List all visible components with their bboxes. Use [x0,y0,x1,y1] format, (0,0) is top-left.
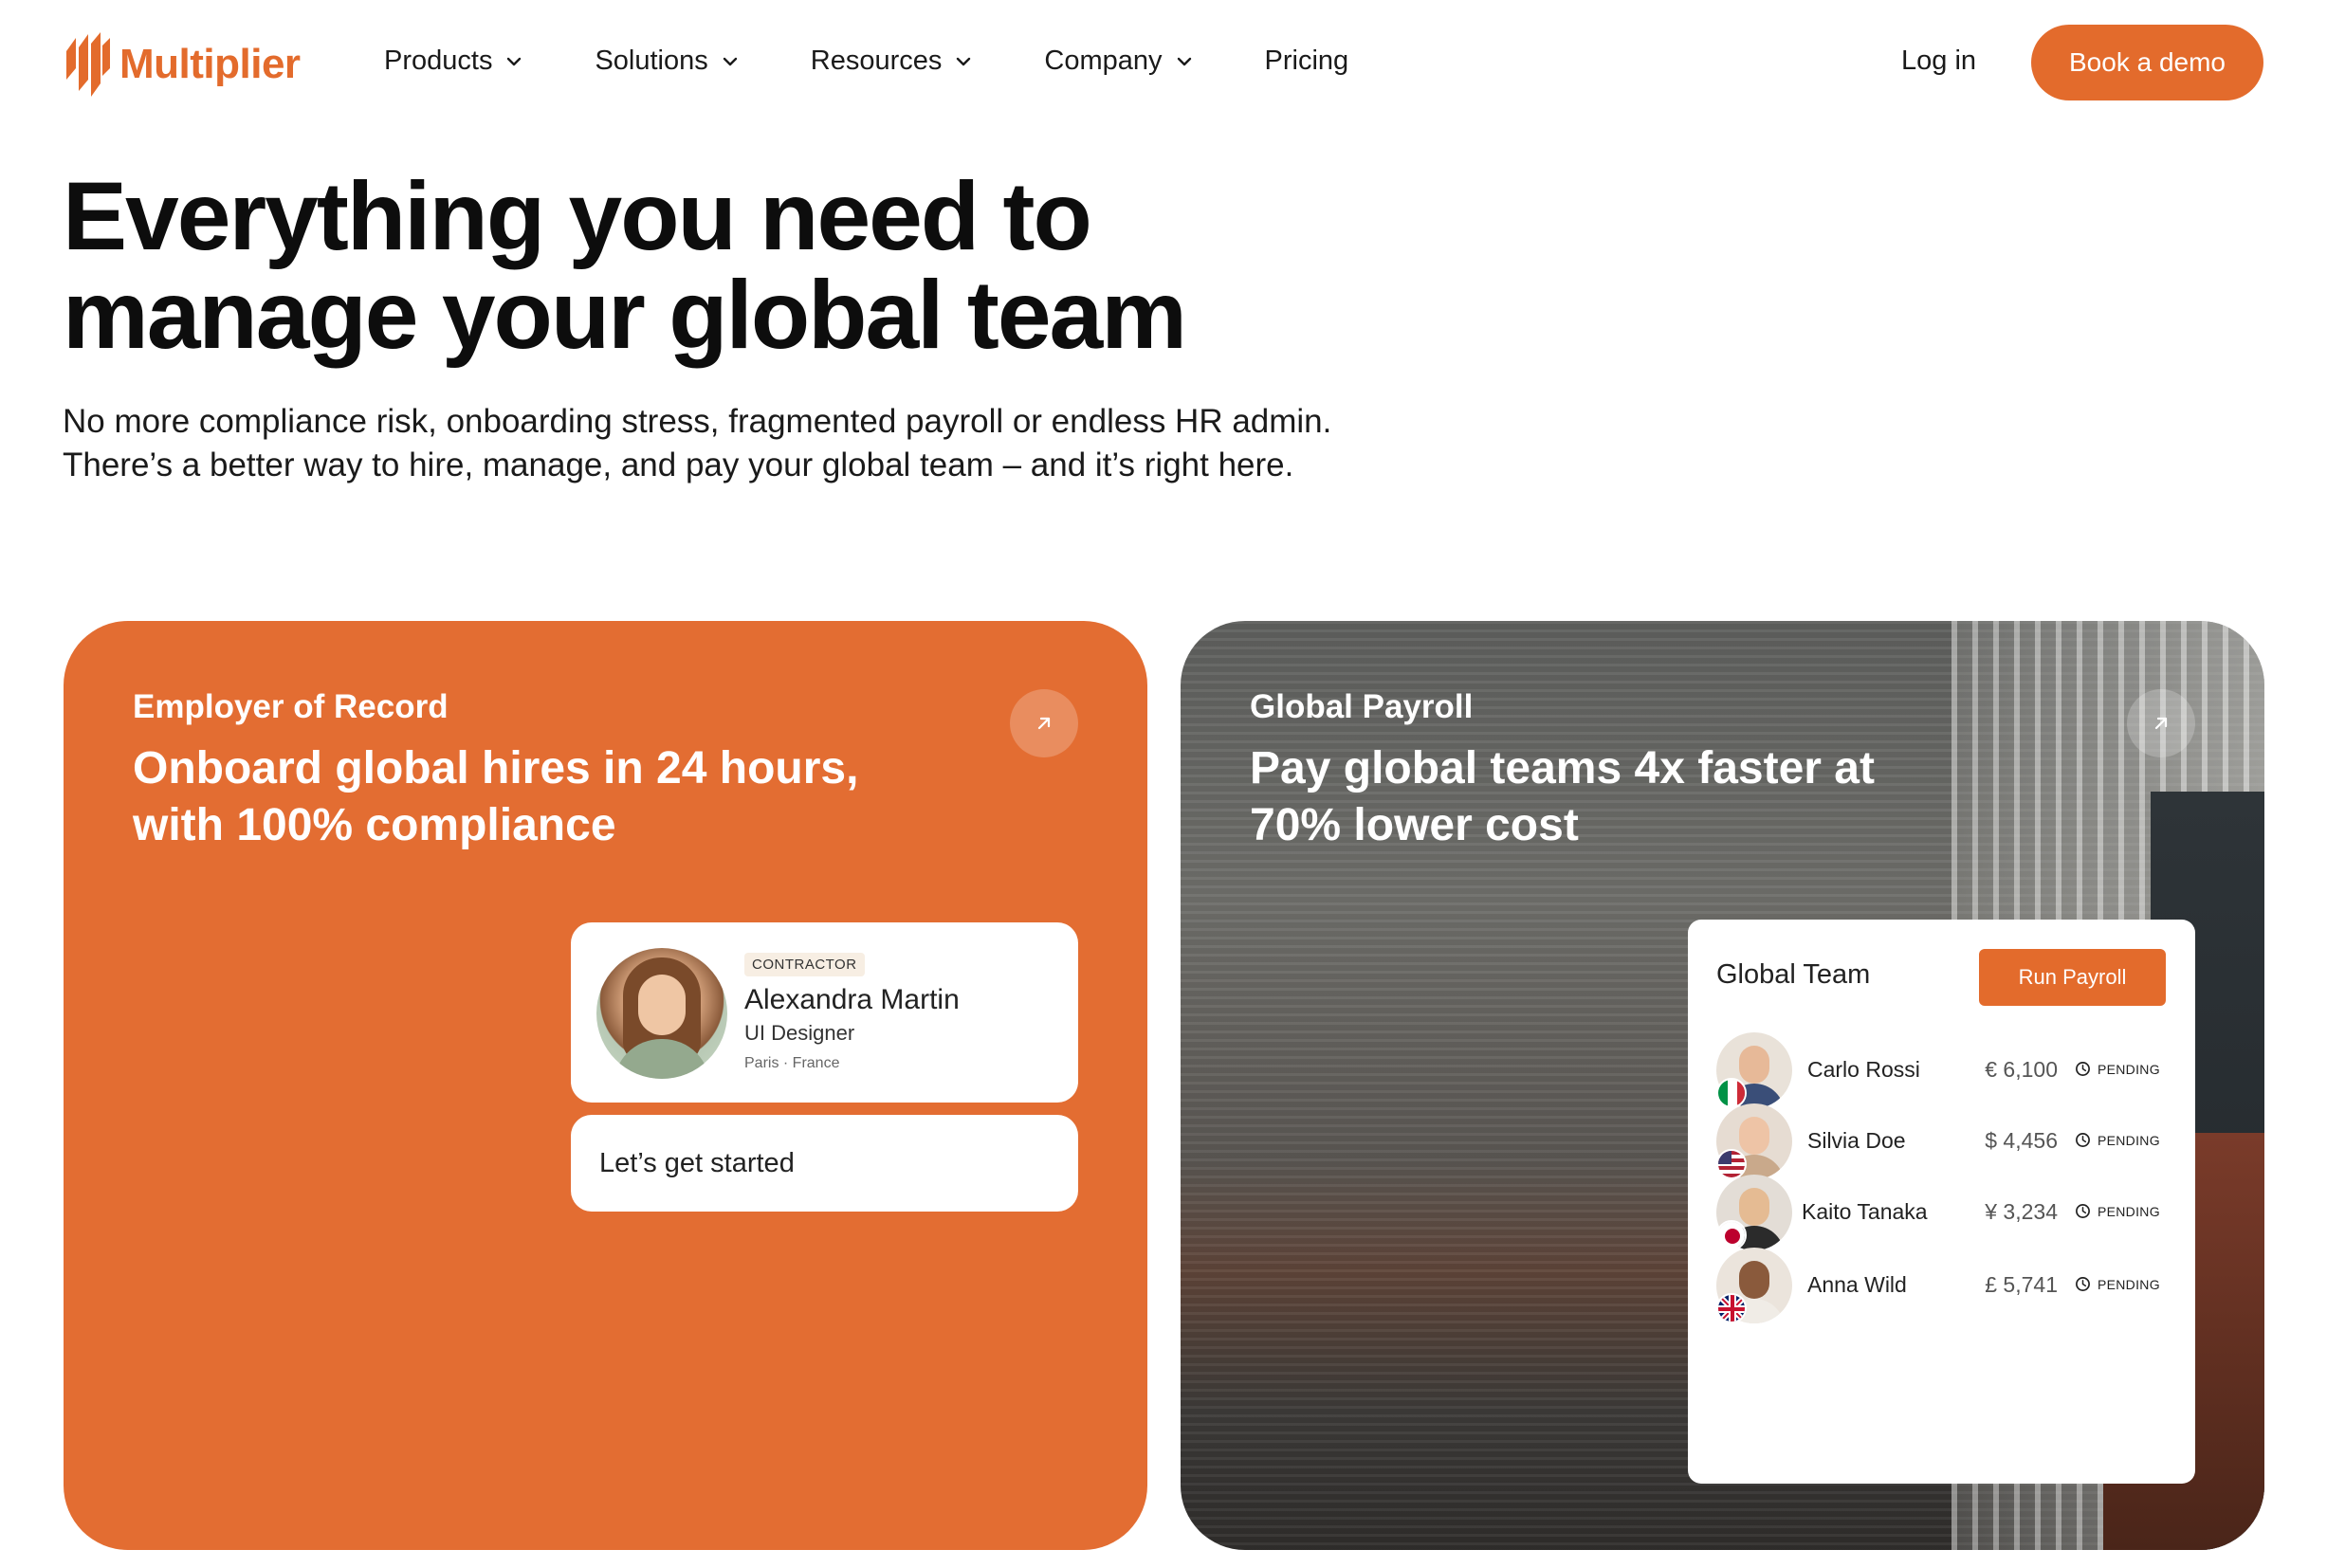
status-badge: PENDING [2075,1132,2160,1148]
get-started-button[interactable]: Let’s get started [571,1115,1078,1212]
profile-card: CONTRACTOR Alexandra Martin UI Designer … [571,922,1078,1103]
nav-item-label: Products [384,46,493,76]
run-payroll-button[interactable]: Run Payroll [1979,949,2166,1006]
employee-name: Silvia Doe [1807,1128,1906,1153]
nav-item-label: Resources [810,46,943,76]
status-text: PENDING [2098,1276,2160,1292]
avatar [596,948,727,1079]
status-text: PENDING [2098,1132,2160,1148]
multiplier-logo-icon [66,32,110,97]
hero-subtitle: No more compliance risk, onboarding stre… [63,400,1485,487]
employee-amount: $ 4,456 [1985,1128,2058,1153]
card-title-line: Pay global teams 4x faster at [1250,743,1875,793]
hero-title-line: Everything you need to [63,162,1092,270]
employee-name: Anna Wild [1807,1272,1907,1297]
nav-item-label: Pricing [1264,46,1349,76]
brand-name: Multiplier [119,41,301,87]
global-payroll-card[interactable]: Global Payroll Pay global teams 4x faste… [1181,621,2264,1550]
top-navigation: Multiplier Products Solutions Resources … [0,0,2327,127]
employee-amount: £ 5,741 [1985,1272,2058,1297]
profile-name: Alexandra Martin [744,984,960,1015]
chevron-down-icon [507,57,522,65]
employee-amount: € 6,100 [1985,1057,2058,1082]
arrow-up-right-icon [1037,717,1051,730]
panel-title: Global Team [1716,959,1871,990]
clock-icon [2076,1133,2090,1147]
card-eyebrow: Employer of Record [133,688,449,725]
card-title-line: Onboard global hires in 24 hours, [133,743,859,793]
nav-item-resources[interactable]: Resources [811,46,975,77]
nav-item-company[interactable]: Company [1044,46,1194,77]
employee-amount: ¥ 3,234 [1985,1199,2058,1224]
card-eyebrow: Global Payroll [1250,688,1474,725]
hero-subtitle-line: No more compliance risk, onboarding stre… [63,403,1332,440]
employee-name: Carlo Rossi [1807,1057,1920,1082]
login-link[interactable]: Log in [1901,46,1976,77]
multiplier-logo[interactable]: Multiplier [63,30,301,99]
clock-icon [2076,1062,2090,1076]
employer-of-record-card[interactable]: Employer of Record Onboard global hires … [64,621,1147,1550]
nav-item-pricing[interactable]: Pricing [1265,46,1349,77]
contractor-badge: CONTRACTOR [744,953,865,976]
hero-title: Everything you need to manage your globa… [63,167,1390,364]
hero-subtitle-line: There’s a better way to hire, manage, an… [63,447,1294,483]
card-title: Pay global teams 4x faster at 70% lower … [1250,740,2103,854]
employee-name: Kaito Tanaka [1802,1199,1928,1224]
chevron-down-icon [723,57,737,65]
clock-icon [2076,1277,2090,1291]
nav-item-solutions[interactable]: Solutions [595,46,740,77]
status-badge: PENDING [2075,1203,2160,1219]
book-demo-button[interactable]: Book a demo [2031,25,2263,100]
arrow-up-right-icon [2154,717,2168,730]
nav-item-label: Solutions [595,46,708,76]
status-badge: PENDING [2075,1276,2160,1292]
status-text: PENDING [2098,1203,2160,1219]
card-title-line: with 100% compliance [133,800,616,850]
card-arrow-button[interactable] [2127,689,2195,757]
uk-flag-icon [1716,1293,1747,1323]
chevron-down-icon [1177,57,1191,65]
card-title-line: 70% lower cost [1250,800,1579,850]
chevron-down-icon [957,57,971,65]
nav-links: Products Solutions Resources Company Pri… [384,46,1419,77]
status-text: PENDING [2098,1061,2160,1077]
profile-role: UI Designer [744,1021,855,1045]
profile-location: Paris · France [744,1055,840,1071]
status-badge: PENDING [2075,1061,2160,1077]
card-title: Onboard global hires in 24 hours, with 1… [133,740,986,854]
global-team-panel: Global Team Run Payroll Carlo Rossi € 6,… [1688,920,2195,1484]
clock-icon [2076,1204,2090,1218]
table-row[interactable]: Anna Wild £ 5,741 PENDING [1688,1244,2195,1329]
card-arrow-button[interactable] [1010,689,1078,757]
nav-item-products[interactable]: Products [384,46,524,77]
hero-title-line: manage your global team [63,261,1187,369]
nav-item-label: Company [1044,46,1163,76]
